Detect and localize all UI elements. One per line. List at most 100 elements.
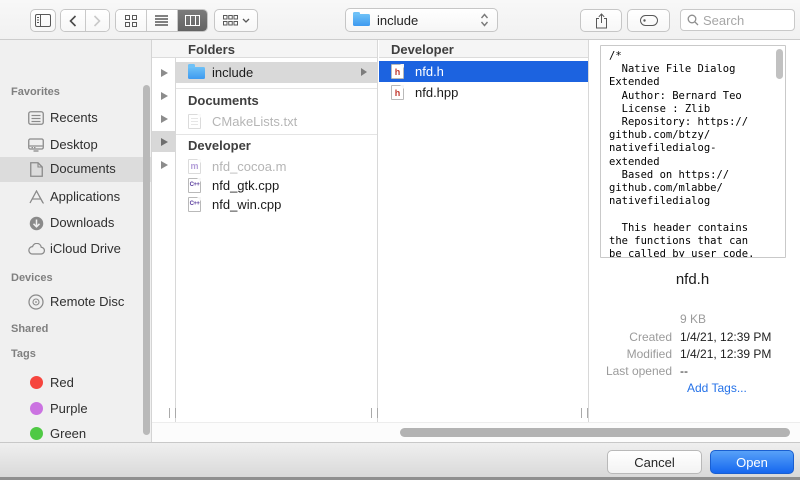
file-name: nfd.h (415, 64, 444, 79)
sidebar-item-remote-disc[interactable]: Remote Disc (0, 290, 152, 314)
sidebar-section-shared: Shared (11, 323, 48, 335)
history-nav (60, 9, 110, 32)
meta-label-created: Created (592, 330, 672, 344)
sidebar-item-downloads[interactable]: Downloads (0, 211, 152, 235)
column-folders: Folders include Documents CMakeLists.txt… (176, 40, 378, 422)
search-input[interactable] (703, 13, 783, 28)
sidebar-toggle-icon (35, 14, 51, 27)
group-divider (176, 88, 377, 89)
sidebar-item-label: Recents (50, 110, 98, 125)
column-view-button[interactable] (177, 10, 207, 31)
list-view-button[interactable] (146, 10, 176, 31)
open-button[interactable]: Open (710, 450, 794, 474)
recents-icon (27, 109, 45, 127)
path-popup-button[interactable]: include (345, 8, 498, 32)
disclosure-arrow-icon (152, 85, 176, 106)
share-icon (595, 13, 608, 29)
share-button[interactable] (580, 9, 622, 32)
sidebar-item-icloud-drive[interactable]: iCloud Drive (0, 237, 152, 261)
chevron-right-icon (93, 15, 101, 27)
file-row-nfd-h[interactable]: h nfd.h (379, 61, 588, 82)
parent-column-edge (152, 40, 176, 422)
meta-value-last-opened: -- (680, 364, 688, 378)
disc-icon (27, 293, 45, 311)
tags-button[interactable] (627, 9, 670, 32)
disclosure-arrow-icon (152, 108, 176, 129)
sidebar-item-label: Downloads (50, 215, 114, 230)
sidebar-section-favorites: Favorites (11, 86, 60, 98)
group-divider (176, 134, 377, 135)
path-popup-label: include (377, 13, 418, 28)
sidebar-item-tag-purple[interactable]: Purple (0, 397, 152, 421)
column-view-icon (185, 15, 200, 26)
preview-scrollbar[interactable] (776, 49, 783, 79)
cpp-file-icon: C++ (188, 178, 201, 193)
meta-label-modified: Modified (592, 347, 672, 361)
meta-label-last-opened: Last opened (592, 364, 672, 378)
cancel-button[interactable]: Cancel (607, 450, 702, 474)
file-row-include[interactable]: include (176, 62, 377, 83)
sidebar-item-tag-red[interactable]: Red (0, 371, 152, 395)
sidebar-section-tags: Tags (11, 348, 36, 360)
group-header-developer: Developer (188, 138, 251, 153)
disclosure-arrow-icon (152, 62, 176, 83)
disclosure-arrow-icon-selected (152, 131, 176, 152)
list-view-icon (155, 15, 168, 26)
toggle-sidebar-button[interactable] (30, 9, 56, 32)
column-header-label: Folders (188, 42, 235, 57)
column-resize-handle[interactable] (169, 408, 176, 418)
chevron-left-icon (69, 15, 77, 27)
file-name: nfd_cocoa.m (212, 159, 286, 174)
popup-chevrons-icon (480, 13, 489, 27)
toolbar: include (0, 0, 800, 40)
parent-column-header (152, 40, 176, 58)
search-field[interactable] (680, 9, 795, 31)
file-name: nfd_gtk.cpp (212, 178, 279, 193)
column-header: Developer (379, 40, 588, 58)
sidebar-item-label: Applications (50, 189, 120, 204)
file-row-nfd-hpp[interactable]: h nfd.hpp (379, 82, 588, 103)
sidebar-item-documents[interactable]: Documents (0, 157, 152, 182)
icon-view-button[interactable] (116, 10, 146, 31)
file-row-nfd-cocoa[interactable]: m nfd_cocoa.m (176, 156, 377, 176)
folder-icon (353, 14, 370, 26)
sidebar-item-recents[interactable]: Recents (0, 106, 152, 130)
file-row-cmakelists[interactable]: CMakeLists.txt (176, 111, 377, 131)
preview-pane: /* Native File Dialog Extended Author: B… (589, 40, 800, 422)
column-resize-handle[interactable] (581, 408, 588, 418)
header-file-icon: h (391, 85, 404, 100)
horizontal-scrollbar-thumb[interactable] (400, 428, 790, 437)
column-resize-handle[interactable] (371, 408, 378, 418)
view-mode-switcher (115, 9, 208, 32)
sidebar-item-label: Red (50, 375, 74, 390)
sidebar-item-label: Purple (50, 401, 88, 416)
preview-file-name: nfd.h (589, 271, 796, 288)
file-name: nfd_win.cpp (212, 197, 281, 212)
documents-icon (27, 160, 45, 178)
dialog-footer: Cancel Open (0, 442, 800, 480)
disclosure-arrow-icon (152, 154, 176, 175)
file-content-text: /* Native File Dialog Extended Author: B… (601, 46, 785, 258)
sidebar-item-desktop[interactable]: Desktop (0, 133, 152, 157)
group-by-icon (223, 15, 238, 26)
group-by-button[interactable] (214, 9, 258, 32)
tag-red-dot-icon (30, 376, 43, 389)
sidebar: Favorites Recents (0, 40, 152, 442)
chevron-down-icon (242, 18, 250, 23)
sidebar-item-applications[interactable]: Applications (0, 185, 152, 209)
sidebar-item-tag-green[interactable]: Green (0, 422, 152, 442)
search-icon (687, 14, 699, 26)
sidebar-scrollbar[interactable] (143, 85, 150, 435)
file-row-nfd-gtk[interactable]: C++ nfd_gtk.cpp (176, 175, 377, 195)
file-name: include (212, 65, 253, 80)
file-row-nfd-win[interactable]: C++ nfd_win.cpp (176, 194, 377, 214)
header-file-icon: h (391, 64, 404, 79)
forward-button[interactable] (85, 10, 109, 31)
sidebar-section-devices: Devices (11, 272, 53, 284)
back-button[interactable] (61, 10, 85, 31)
sidebar-item-label: Green (50, 426, 86, 441)
add-tags-link[interactable]: Add Tags... (687, 381, 747, 395)
objc-file-icon: m (188, 159, 201, 174)
finder-open-dialog: include (0, 0, 800, 480)
horizontal-scrollbar[interactable] (152, 422, 800, 442)
